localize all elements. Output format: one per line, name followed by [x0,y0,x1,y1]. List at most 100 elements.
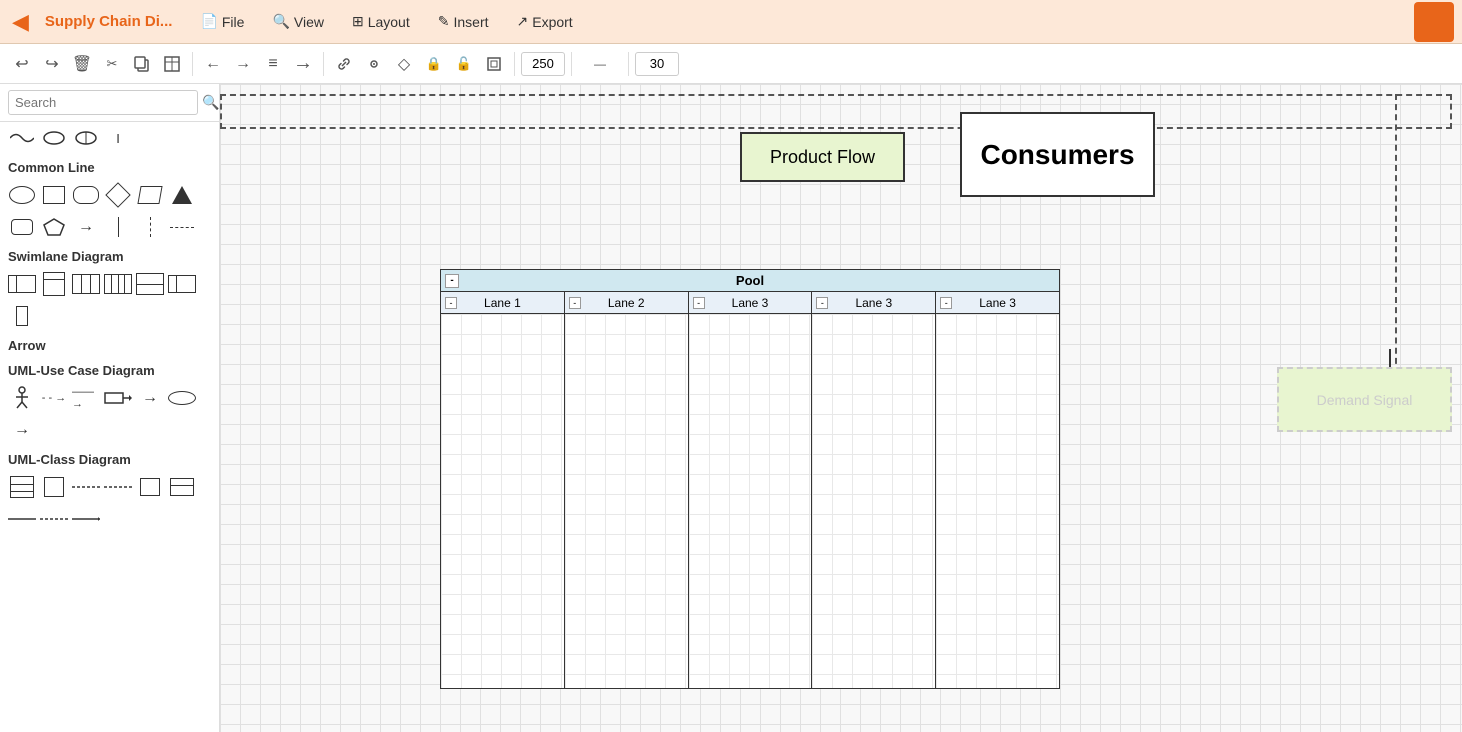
shape-sw-single[interactable] [8,302,36,330]
section-uml-usecase: UML-Use Case Diagram [0,357,219,382]
lane-3-header: - Lane 3 [689,292,812,314]
common-line-shapes [0,179,219,211]
shape-speech[interactable] [8,213,36,241]
shape-cls-note[interactable] [136,473,164,501]
cut-button[interactable]: ✂ [98,50,126,78]
delete-button[interactable]: 🗑 [68,50,96,78]
wavy-shape-2[interactable] [40,124,68,152]
redo-button[interactable]: ↪ [38,50,66,78]
section-common-line: Common Line [0,154,219,179]
shape-sw-wide[interactable] [168,270,196,298]
search-icon[interactable]: 🔍 [202,94,219,111]
shape-cls-rect[interactable] [8,473,36,501]
lane-2-body[interactable] [565,314,688,688]
toolbar: ↩ ↪ 🗑 ✂ ← → ≡ → ◇ 🔒 🔓 — [0,44,1462,84]
shape-sw-horiz[interactable] [8,270,36,298]
arrow-right2-button[interactable]: → [289,50,317,78]
pool-header: - Pool [441,270,1059,292]
product-flow-box[interactable]: Product Flow [740,132,905,182]
copy-button[interactable] [128,50,156,78]
wavy-shape-3[interactable] [72,124,100,152]
lane-5-header: - Lane 3 [936,292,1059,314]
pool-collapse-button[interactable]: - [445,274,459,288]
menu-view[interactable]: 🔍 View [264,9,332,34]
demand-signal-box[interactable]: Demand Signal [1277,367,1452,432]
lane-2-header: - Lane 2 [565,292,688,314]
link-button[interactable] [330,50,358,78]
shape-uml-arrow1[interactable]: - - → [40,384,68,412]
shape-sw-vert[interactable] [40,270,68,298]
shape-triangle[interactable] [168,181,196,209]
link-val-button[interactable]: — [578,50,622,78]
menu-export[interactable]: ↗ Export [509,9,581,34]
lines-button[interactable]: ≡ [259,50,287,78]
wavy-shape-1[interactable] [8,124,36,152]
shape-rect[interactable] [40,181,68,209]
shape-sw-4col[interactable] [104,270,132,298]
shape-cls-dashed2[interactable] [104,473,132,501]
shape-uml-box-arrow[interactable] [104,384,132,412]
shape-uml-arrow3[interactable]: → [136,384,164,412]
shape-cls-line1[interactable] [8,505,36,533]
lane-1-body[interactable] [441,314,564,688]
shape-arrow-right[interactable]: → [72,213,100,241]
shape-cls-line3[interactable] [72,505,100,533]
link-icon [336,56,352,72]
lane-3-collapse-btn[interactable]: - [693,297,705,309]
consumers-box[interactable]: Consumers [960,112,1155,197]
shape-cls-line2[interactable] [40,505,68,533]
arrow-right-button[interactable]: → [229,50,257,78]
shape-dashed-v[interactable] [136,213,164,241]
search-input[interactable] [8,90,198,115]
shape-parallelogram[interactable] [136,181,164,209]
lane-5-collapse-btn[interactable]: - [940,297,952,309]
shape-diamond[interactable] [104,181,132,209]
lane-4: - Lane 3 [812,292,936,688]
shape-cls-rect3[interactable] [168,473,196,501]
lane-1-collapse-btn[interactable]: - [445,297,457,309]
lane-4-body[interactable] [812,314,935,688]
shape-pentagon[interactable] [40,213,68,241]
shape-line-v[interactable] [104,213,132,241]
shape-sw-3col[interactable] [72,270,100,298]
lane-2-collapse-btn[interactable]: - [569,297,581,309]
shape-actor[interactable] [8,384,36,412]
shape-uml-arrow-plain[interactable]: → [8,416,36,444]
back-button[interactable]: ◀ [8,9,33,35]
lane-4-collapse-btn[interactable]: - [816,297,828,309]
menu-file[interactable]: 📄 File [192,9,252,34]
frame-icon [486,56,502,72]
wavy-shape-4[interactable]: I [104,124,132,152]
section-arrow: Arrow [0,332,219,357]
shape-ellipse[interactable] [8,181,36,209]
zoom-input[interactable] [521,52,565,76]
lock-button[interactable]: 🔒 [420,50,448,78]
lane-4-header: - Lane 3 [812,292,935,314]
shape-uml-arrow2[interactable]: ——→ [72,384,100,412]
topbar: ◀ Supply Chain Di... 📄 File 🔍 View ⊞ Lay… [0,0,1462,44]
frame-button[interactable] [480,50,508,78]
shape-sw-2h[interactable] [136,270,164,298]
diamond-button[interactable]: ◇ [390,50,418,78]
wavy-shapes-row: I [0,122,219,154]
undo-button[interactable]: ↩ [8,50,36,78]
section-uml-class: UML-Class Diagram [0,446,219,471]
uml-usecase-shapes: - - → ——→ → [0,382,219,414]
shape-cls-rect2[interactable] [40,473,68,501]
connection-button[interactable] [360,50,388,78]
lane-1-header: - Lane 1 [441,292,564,314]
unlock-button[interactable]: 🔓 [450,50,478,78]
shape-uml-oval[interactable] [168,384,196,412]
uml-class-shapes [0,471,219,503]
arrow-left-button[interactable]: ← [199,50,227,78]
num-input[interactable] [635,52,679,76]
swimlane-shapes-2 [0,300,219,332]
lane-5-body[interactable] [936,314,1059,688]
menu-insert[interactable]: ✎ Insert [430,9,497,34]
lane-3-body[interactable] [689,314,812,688]
shape-rounded[interactable] [72,181,100,209]
shape-dashed-h[interactable] [168,213,196,241]
shape-cls-dashed[interactable] [72,473,100,501]
table-button[interactable] [158,50,186,78]
menu-layout[interactable]: ⊞ Layout [344,9,418,34]
